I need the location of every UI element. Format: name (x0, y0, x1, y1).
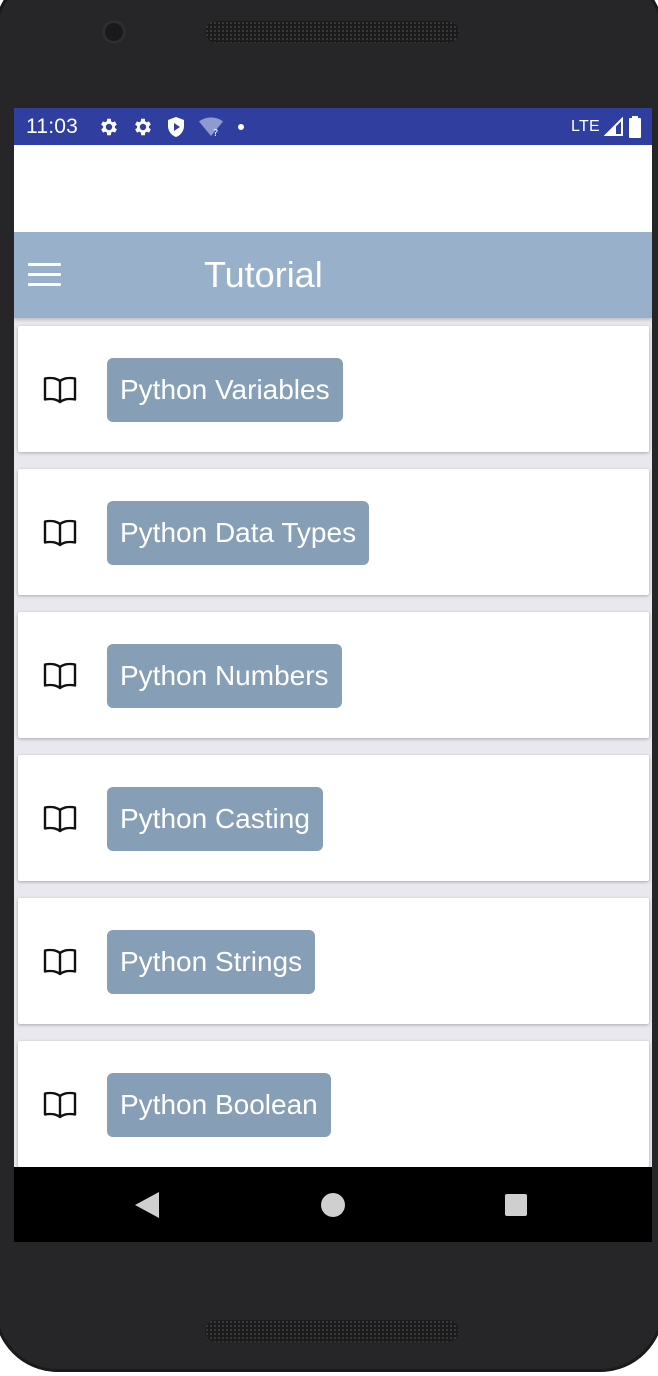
list-item[interactable]: Python Variables (18, 326, 649, 452)
front-camera (102, 20, 126, 44)
recents-icon[interactable] (505, 1194, 527, 1216)
topic-button[interactable]: Python Data Types (107, 501, 370, 565)
top-speaker (205, 21, 459, 43)
topic-button[interactable]: Python Boolean (107, 1073, 331, 1137)
status-right: LTE (571, 116, 642, 138)
shield-icon (168, 117, 184, 137)
list-item[interactable]: Python Boolean (18, 1041, 649, 1167)
topic-button[interactable]: Python Variables (107, 358, 343, 422)
book-icon (43, 519, 77, 547)
book-icon (43, 662, 77, 690)
list-item[interactable]: Python Numbers (18, 612, 649, 738)
topic-button[interactable]: Python Casting (107, 787, 323, 851)
status-icons-left: ? (98, 116, 246, 138)
system-nav-bar (14, 1167, 652, 1242)
settings-icon (101, 118, 117, 136)
notification-dot-icon (238, 124, 244, 130)
home-icon[interactable] (321, 1193, 345, 1217)
settings-icon (135, 118, 151, 136)
topic-button[interactable]: Python Numbers (107, 644, 342, 708)
list-item[interactable]: Python Casting (18, 755, 649, 881)
list-item[interactable]: Python Data Types (18, 469, 649, 595)
list-item[interactable]: Python Strings (18, 898, 649, 1024)
bottom-speaker (205, 1320, 459, 1342)
topic-button[interactable]: Python Strings (107, 930, 316, 994)
screen: 11:03 ? LTE Tutorial Python Variables Py… (14, 108, 652, 1242)
page-title: Tutorial (204, 254, 323, 295)
book-icon (43, 1091, 77, 1119)
book-icon (43, 805, 77, 833)
network-type: LTE (570, 118, 600, 135)
battery-icon (629, 116, 641, 138)
hamburger-menu-icon[interactable] (26, 260, 64, 290)
svg-text:?: ? (213, 128, 218, 138)
book-icon (43, 376, 77, 404)
book-icon (43, 948, 77, 976)
device-frame: 11:03 ? LTE Tutorial Python Variables Py… (0, 0, 658, 1376)
app-bar: Tutorial (14, 232, 652, 318)
status-bar: 11:03 ? LTE (14, 108, 652, 145)
toolbar-spacer (14, 145, 652, 232)
wifi-unknown-icon: ? (199, 117, 223, 138)
status-time: 11:03 (26, 115, 78, 138)
signal-icon (604, 117, 623, 136)
back-icon[interactable] (135, 1192, 159, 1218)
